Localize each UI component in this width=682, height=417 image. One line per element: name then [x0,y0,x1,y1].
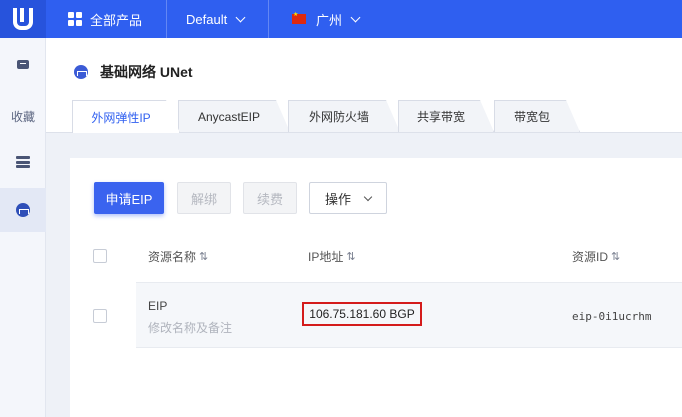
tab-firewall[interactable]: 外网防火墙 [288,100,400,132]
sort-icon: ⇅ [611,251,620,263]
resource-id[interactable]: eip-0i1ucrhm [572,310,651,323]
tab-label: 带宽包 [513,110,550,124]
tab-shared-bandwidth[interactable]: 共享带宽 [398,100,494,132]
divider [268,0,269,38]
message-icon [17,59,29,69]
edit-name-link[interactable]: 修改名称及备注 [148,319,232,336]
sort-icon: ⇅ [199,251,208,263]
unbind-button[interactable]: 解绑 [177,182,231,214]
sidebar-item-favorites[interactable]: 收藏 [0,94,46,138]
column-label: IP地址 [308,250,344,264]
network-icon [74,65,88,79]
tab-eip[interactable]: 外网弹性IP [72,100,180,133]
chevron-down-icon [235,12,246,22]
button-label: 申请EIP [105,191,153,207]
logo[interactable] [0,0,46,38]
row-checkbox[interactable] [93,309,107,323]
project-selector[interactable]: Default [186,0,246,38]
button-label: 续费 [256,191,283,207]
sidebar-item-unet[interactable] [0,188,46,232]
column-label: 资源名称 [148,250,197,264]
main-panel: 基础网络 UNet 外网弹性IP AnycastEIP 外网防火墙 共享带宽 带… [46,38,682,417]
all-products-label: 全部产品 [90,12,143,28]
button-label: 操作 [324,191,351,207]
column-header-ip[interactable]: IP地址 ⇅ [308,248,356,265]
logo-u-icon [13,8,33,30]
tab-label: AnycastEIP [197,109,261,124]
renew-button[interactable]: 续费 [243,182,297,214]
actions-dropdown[interactable]: 操作 [309,182,387,214]
region-label: 广州 [316,12,343,28]
tab-label: 共享带宽 [416,110,465,124]
page-header: 基础网络 UNet [74,62,193,82]
favorites-label: 收藏 [10,109,35,124]
china-flag-icon [292,11,306,24]
tab-label: 外网防火墙 [308,110,369,124]
page-title: 基础网络 UNet [100,64,193,80]
tab-bandwidth-package[interactable]: 带宽包 [494,100,580,132]
all-products-menu[interactable]: 全部产品 [68,0,142,38]
column-header-resource-id[interactable]: 资源ID ⇅ [572,248,620,265]
server-list-icon [16,156,30,168]
resource-name: EIP [148,299,168,313]
chevron-down-icon [363,192,373,201]
region-selector[interactable]: 广州 [292,0,361,38]
project-label: Default [186,11,228,27]
sidebar-item-list[interactable] [0,140,46,184]
divider [166,0,167,38]
button-label: 解绑 [190,191,217,207]
network-icon [16,203,30,217]
sidebar: 收藏 [0,38,46,417]
tab-label: 外网弹性IP [91,110,151,125]
sidebar-item-messages[interactable] [0,42,46,86]
top-bar: 全部产品 Default 广州 [0,0,682,38]
ip-address-cell: 106.75.181.60 BGP [302,302,422,326]
chevron-down-icon [350,12,361,22]
column-label: 资源ID [572,250,609,264]
column-header-name[interactable]: 资源名称 ⇅ [148,248,208,265]
tab-anycast-eip[interactable]: AnycastEIP [178,100,290,132]
grid-icon [68,12,82,26]
apply-eip-button[interactable]: 申请EIP [94,182,164,214]
select-all-checkbox[interactable] [93,249,107,263]
sort-icon: ⇅ [346,251,355,263]
